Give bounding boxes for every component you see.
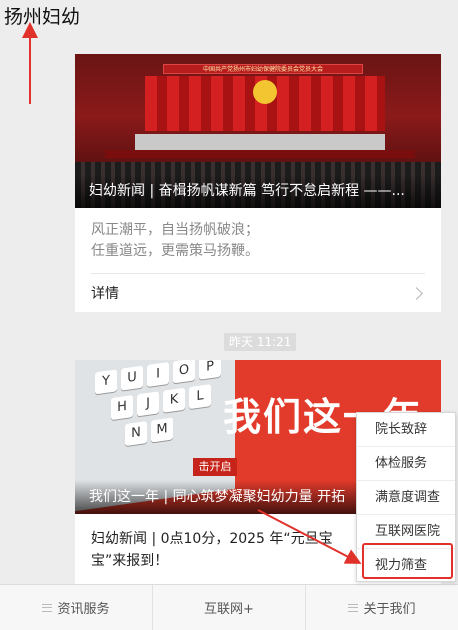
podium [135, 134, 385, 150]
menu-item-president-address[interactable]: 院长致辞 [357, 413, 455, 447]
keyboard-key: P [199, 360, 221, 380]
detail-label: 详情 [91, 286, 119, 302]
page-title: 扬州妇幼 [4, 6, 81, 28]
tab-about-us[interactable]: 关于我们 [306, 585, 458, 630]
message-timestamp: 昨天 11:21 [224, 333, 297, 351]
tab-internet-plus[interactable]: 互联网+ [153, 585, 306, 630]
tab-label: 互联网+ [204, 602, 254, 617]
bottom-menu-bar: 资讯服务 互联网+ 关于我们 [0, 584, 458, 630]
highlight-box [362, 543, 453, 579]
summary-line: 任重道远，更需策马扬鞭。 [91, 243, 259, 259]
keyboard-key: N [125, 421, 147, 447]
menu-icon [348, 603, 359, 612]
article-summary: 风正潮平，自当扬帆破浪； 任重道远，更需策马扬鞭。 [75, 208, 441, 262]
menu-item-health-checkup[interactable]: 体检服务 [357, 447, 455, 481]
stage-front [105, 150, 415, 158]
keyboard-key: U [121, 365, 143, 391]
menu-icon [42, 603, 53, 612]
menu-item-satisfaction-survey[interactable]: 满意度调查 [357, 481, 455, 515]
keyboard-key: H [111, 395, 133, 421]
keyboard-key: Y [95, 369, 117, 395]
summary-line: 风正潮平，自当扬帆破浪； [91, 222, 259, 238]
detail-link[interactable]: 详情 [91, 274, 425, 312]
chevron-right-icon [410, 286, 423, 300]
keyboard-key: J [137, 391, 159, 417]
keyboard-key: O [173, 360, 195, 384]
hero-tag: 击开启 [193, 458, 237, 476]
keyboard-key: I [147, 361, 169, 388]
keyboard-key: K [163, 387, 185, 413]
keyboard-key: L [189, 384, 211, 410]
article-hero-image[interactable]: 中国共产党扬州市妇幼保健院委员会党员大会 妇幼新闻 | 奋楫扬帆谋新篇 笃行不怠… [75, 54, 441, 208]
article-caption: 妇幼新闻 | 奋楫扬帆谋新篇 笃行不怠启新程 ——... [75, 174, 441, 208]
tab-info-services[interactable]: 资讯服务 [0, 585, 153, 630]
keyboard-key: M [151, 417, 173, 443]
stage-banner: 中国共产党扬州市妇幼保健院委员会党员大会 [163, 64, 363, 74]
party-emblem-icon [253, 80, 277, 104]
tab-label: 资讯服务 [57, 602, 110, 617]
article-card[interactable]: 中国共产党扬州市妇幼保健院委员会党员大会 妇幼新闻 | 奋楫扬帆谋新篇 笃行不怠… [75, 54, 441, 312]
tab-label: 关于我们 [363, 602, 416, 617]
